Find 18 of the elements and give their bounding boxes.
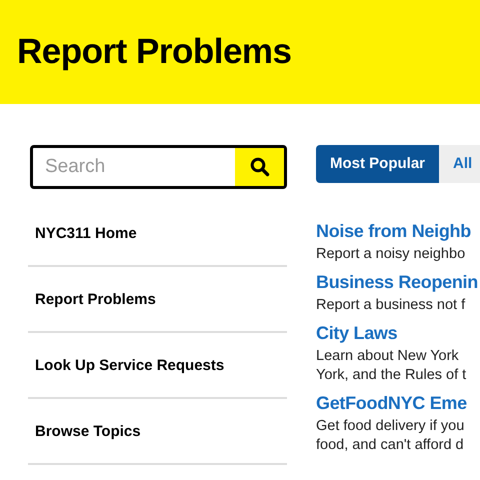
topic-link[interactable]: City Laws: [316, 322, 398, 344]
tab[interactable]: Most Popular: [316, 145, 440, 183]
nav-link[interactable]: Report Problems: [28, 267, 287, 333]
tab[interactable]: All: [439, 145, 480, 183]
topic-link[interactable]: GetFoodNYC Eme: [316, 392, 467, 414]
page-title: Report Problems: [17, 31, 292, 73]
topic-description: Get food delivery if you food, and can't afford d: [316, 417, 466, 455]
topic-link[interactable]: Noise from Neighb: [316, 220, 471, 242]
nav-link[interactable]: NYC311 Home: [28, 201, 287, 267]
nav-link[interactable]: Look Up Service Requests: [28, 333, 287, 399]
search-bar[interactable]: Search: [30, 145, 287, 189]
search-icon: [250, 157, 270, 177]
topic-link[interactable]: Business Reopenin: [316, 271, 478, 293]
search-button[interactable]: [235, 148, 284, 186]
topic-description: Learn about New York York, and the Rules of t: [316, 347, 468, 385]
nav-link[interactable]: Browse Topics: [28, 399, 287, 465]
topic-description: Report a noisy neighbo: [316, 245, 466, 264]
topic-description: Report a business not f: [316, 296, 466, 315]
